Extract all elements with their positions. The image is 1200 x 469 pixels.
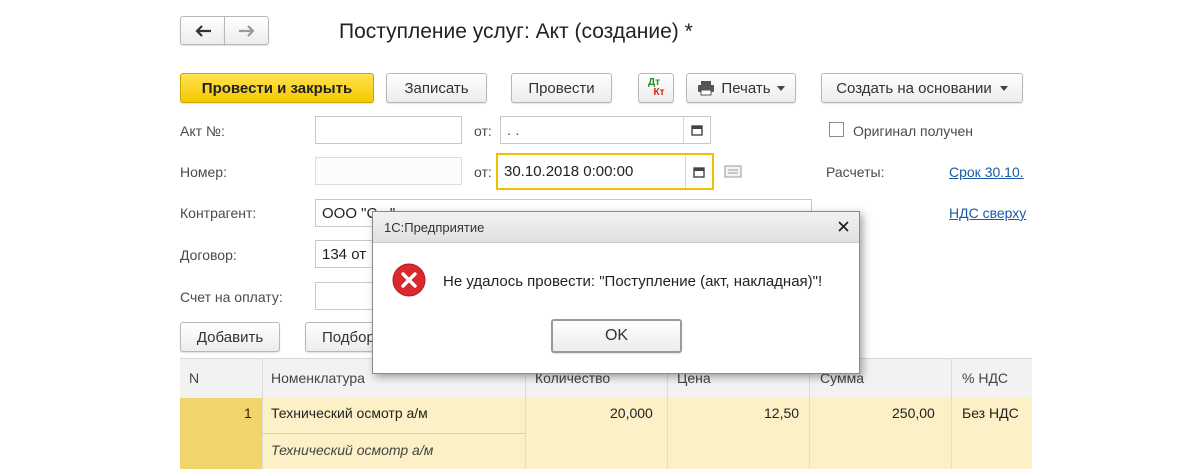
act-number-input[interactable] [315, 116, 462, 144]
post-and-close-button[interactable]: Провести и закрыть [180, 73, 374, 103]
dialog-message: Не удалось провести: "Поступление (акт, … [443, 273, 823, 290]
add-row-button[interactable]: Добавить [180, 322, 280, 352]
act-date-value: . . [507, 121, 520, 139]
counterparty-label: Контрагент: [180, 205, 257, 221]
column-item[interactable]: Номенклатура [271, 370, 365, 386]
comment-icon[interactable] [724, 165, 742, 178]
close-icon[interactable] [838, 221, 849, 232]
save-button[interactable]: Записать [386, 73, 487, 103]
printer-icon [698, 81, 715, 96]
forward-button[interactable] [224, 16, 269, 45]
dialog-titlebar: 1С:Предприятие [373, 212, 859, 243]
column-divider [525, 358, 526, 469]
payments-label: Расчеты: [826, 164, 885, 180]
column-divider [667, 358, 668, 469]
act-from-label: от: [474, 123, 492, 139]
post-button[interactable]: Провести [511, 73, 612, 103]
number-input[interactable] [315, 157, 462, 185]
number-from-label: от: [474, 164, 492, 180]
row-quantity: 20,000 [610, 405, 653, 421]
dt-kt-button[interactable]: Дт Кт [638, 73, 674, 103]
create-based-on-button[interactable]: Создать на основании [821, 73, 1023, 103]
number-label: Номер: [180, 164, 227, 180]
column-divider [951, 358, 952, 469]
calendar-icon[interactable] [685, 155, 712, 188]
column-divider [809, 358, 810, 469]
row-item-description: Технический осмотр а/м [271, 442, 434, 458]
calendar-icon[interactable] [683, 117, 710, 143]
create-based-on-label: Создать на основании [836, 79, 992, 97]
row-number: 1 [244, 405, 252, 421]
document-date-input[interactable]: 30.10.2018 0:00:00 [496, 153, 714, 190]
error-icon [392, 263, 426, 297]
error-dialog: 1С:Предприятие Не удалось провести: "Пос… [372, 211, 860, 374]
act-date-input[interactable]: . . [500, 116, 711, 144]
chevron-down-icon [999, 85, 1008, 91]
row-price: 12,50 [764, 405, 800, 421]
vat-link[interactable]: НДС сверху [949, 205, 1033, 221]
original-received-label: Оригинал получен [853, 123, 974, 139]
original-received-checkbox[interactable] [829, 122, 844, 137]
act-number-label: Акт №: [180, 123, 225, 139]
kt-label: Кт [653, 87, 665, 98]
contract-label: Договор: [180, 247, 237, 263]
dialog-title: 1С:Предприятие [384, 220, 485, 235]
row-item: Технический осмотр а/м [271, 405, 428, 421]
ok-button[interactable]: OK [551, 319, 682, 353]
row-sum: 250,00 [892, 405, 935, 421]
invoice-label: Счет на оплату: [180, 289, 283, 305]
arrow-right-icon [238, 24, 255, 37]
payments-term-link[interactable]: Срок 30.10. [949, 164, 1033, 180]
page-title: Поступление услуг: Акт (создание) * [339, 20, 693, 43]
print-button[interactable]: Печать [686, 73, 796, 103]
arrow-left-icon [194, 24, 211, 37]
contract-value: 134 от [322, 245, 367, 263]
row-separator [262, 433, 525, 434]
back-button[interactable] [180, 16, 225, 45]
row-vat: Без НДС [962, 405, 1019, 421]
column-n[interactable]: N [189, 370, 199, 386]
column-divider [262, 358, 263, 469]
column-vat[interactable]: % НДС [962, 370, 1008, 386]
document-date-value: 30.10.2018 0:00:00 [504, 163, 634, 180]
chevron-down-icon [776, 85, 785, 91]
print-label: Печать [721, 79, 771, 97]
